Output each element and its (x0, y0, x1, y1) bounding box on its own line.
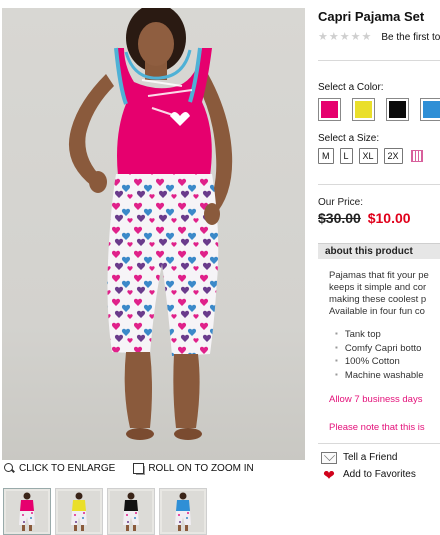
product-main-image[interactable] (2, 8, 305, 460)
divider (318, 60, 440, 61)
original-price: $30.00 (318, 210, 361, 226)
rating-star-icon: ★ (318, 31, 328, 43)
add-to-favorites-link[interactable]: ❤ Add to Favorites (318, 466, 440, 483)
thumbnail-yellow[interactable] (55, 488, 103, 535)
tell-a-friend-label: Tell a Friend (343, 452, 398, 464)
color-swatch-black[interactable] (386, 98, 409, 121)
rating-star-icon: ★ (361, 31, 372, 43)
rating-star-icon: ★ (339, 31, 350, 43)
thumbnail-black[interactable] (107, 488, 155, 535)
thumbnail-pink[interactable] (3, 488, 51, 535)
size-chart-icon[interactable] (410, 150, 423, 162)
rating-row: ★★★★★ Be the first to review (318, 32, 440, 44)
thumbnail-image (58, 491, 100, 532)
heart-icon: ❤ (323, 466, 335, 483)
description-line: making these coolest p (329, 294, 427, 305)
swatch-fill (321, 101, 338, 118)
product-description: Pajamas that fit your pe keeps it simple … (318, 270, 440, 318)
feature-item: Machine washable (335, 369, 440, 383)
size-label: Select a Size: (318, 133, 380, 144)
tell-a-friend-link[interactable]: Tell a Friend (318, 451, 440, 464)
envelope-icon (321, 451, 337, 464)
first-review-link[interactable]: Be the first to review (381, 32, 440, 43)
image-tools-bar: CLICK TO ENLARGE ROLL ON TO ZOOM IN (4, 461, 304, 475)
product-title: Capri Pajama Set (318, 9, 425, 24)
description-line: Available in four fun co (329, 306, 425, 317)
thumbnail-blue[interactable] (159, 488, 207, 535)
product-info-panel: Capri Pajama Set ★★★★★ Be the first to r… (318, 8, 440, 535)
feature-list: Tank topComfy Capri botto100% CottonMach… (318, 328, 440, 383)
divider (318, 184, 440, 185)
thumbnail-strip (3, 488, 207, 535)
sale-price: $10.00 (367, 210, 411, 226)
thumbnail-image (162, 491, 204, 532)
price-label: Our Price: (318, 197, 364, 208)
zoom-box-icon (133, 462, 145, 474)
thumbnail-image (6, 491, 48, 532)
swatch-fill (389, 101, 406, 118)
color-swatches (318, 98, 440, 121)
swatch-fill (355, 101, 372, 118)
description-line: Pajamas that fit your pe (329, 270, 429, 281)
feature-item: Tank top (335, 328, 440, 342)
swatch-fill (423, 101, 440, 118)
rating-star-icon: ★ (328, 31, 339, 43)
rating-stars: ★ ★ ★ ★ ★ (318, 32, 371, 43)
color-swatch-blue[interactable] (420, 98, 440, 121)
size-options: M L XL 2X (318, 148, 440, 164)
feature-item: Comfy Capri botto (335, 342, 440, 356)
color-swatch-pink[interactable] (318, 98, 341, 121)
about-product-heading: about this product (318, 243, 440, 259)
rating-star-icon: ★ (350, 31, 361, 43)
size-option-m[interactable]: M (318, 148, 334, 164)
color-swatch-yellow[interactable] (352, 98, 375, 121)
color-label: Select a Color: (318, 82, 384, 93)
roll-on-to-zoom-toggle[interactable]: ROLL ON TO ZOOM IN (133, 462, 254, 474)
size-option-2x[interactable]: 2X (383, 148, 403, 164)
size-option-l[interactable]: L (339, 148, 353, 164)
add-to-favorites-label: Add to Favorites (343, 469, 416, 481)
product-note: Please note that this is (329, 421, 425, 433)
zoom-label: ROLL ON TO ZOOM IN (148, 462, 254, 474)
thumbnail-image (110, 491, 152, 532)
divider (318, 442, 440, 444)
enlarge-label: CLICK TO ENLARGE (19, 462, 116, 474)
click-to-enlarge-button[interactable]: CLICK TO ENLARGE (4, 462, 116, 474)
shipping-notice: Allow 7 business days (329, 393, 423, 405)
description-line: keeps it simple and cor (329, 282, 427, 293)
size-option-xl[interactable]: XL (358, 148, 378, 164)
model-illustration (68, 8, 233, 440)
magnifier-icon (4, 462, 15, 474)
feature-item: 100% Cotton (335, 355, 440, 369)
price-row: $30.00 $10.00 (318, 210, 440, 226)
